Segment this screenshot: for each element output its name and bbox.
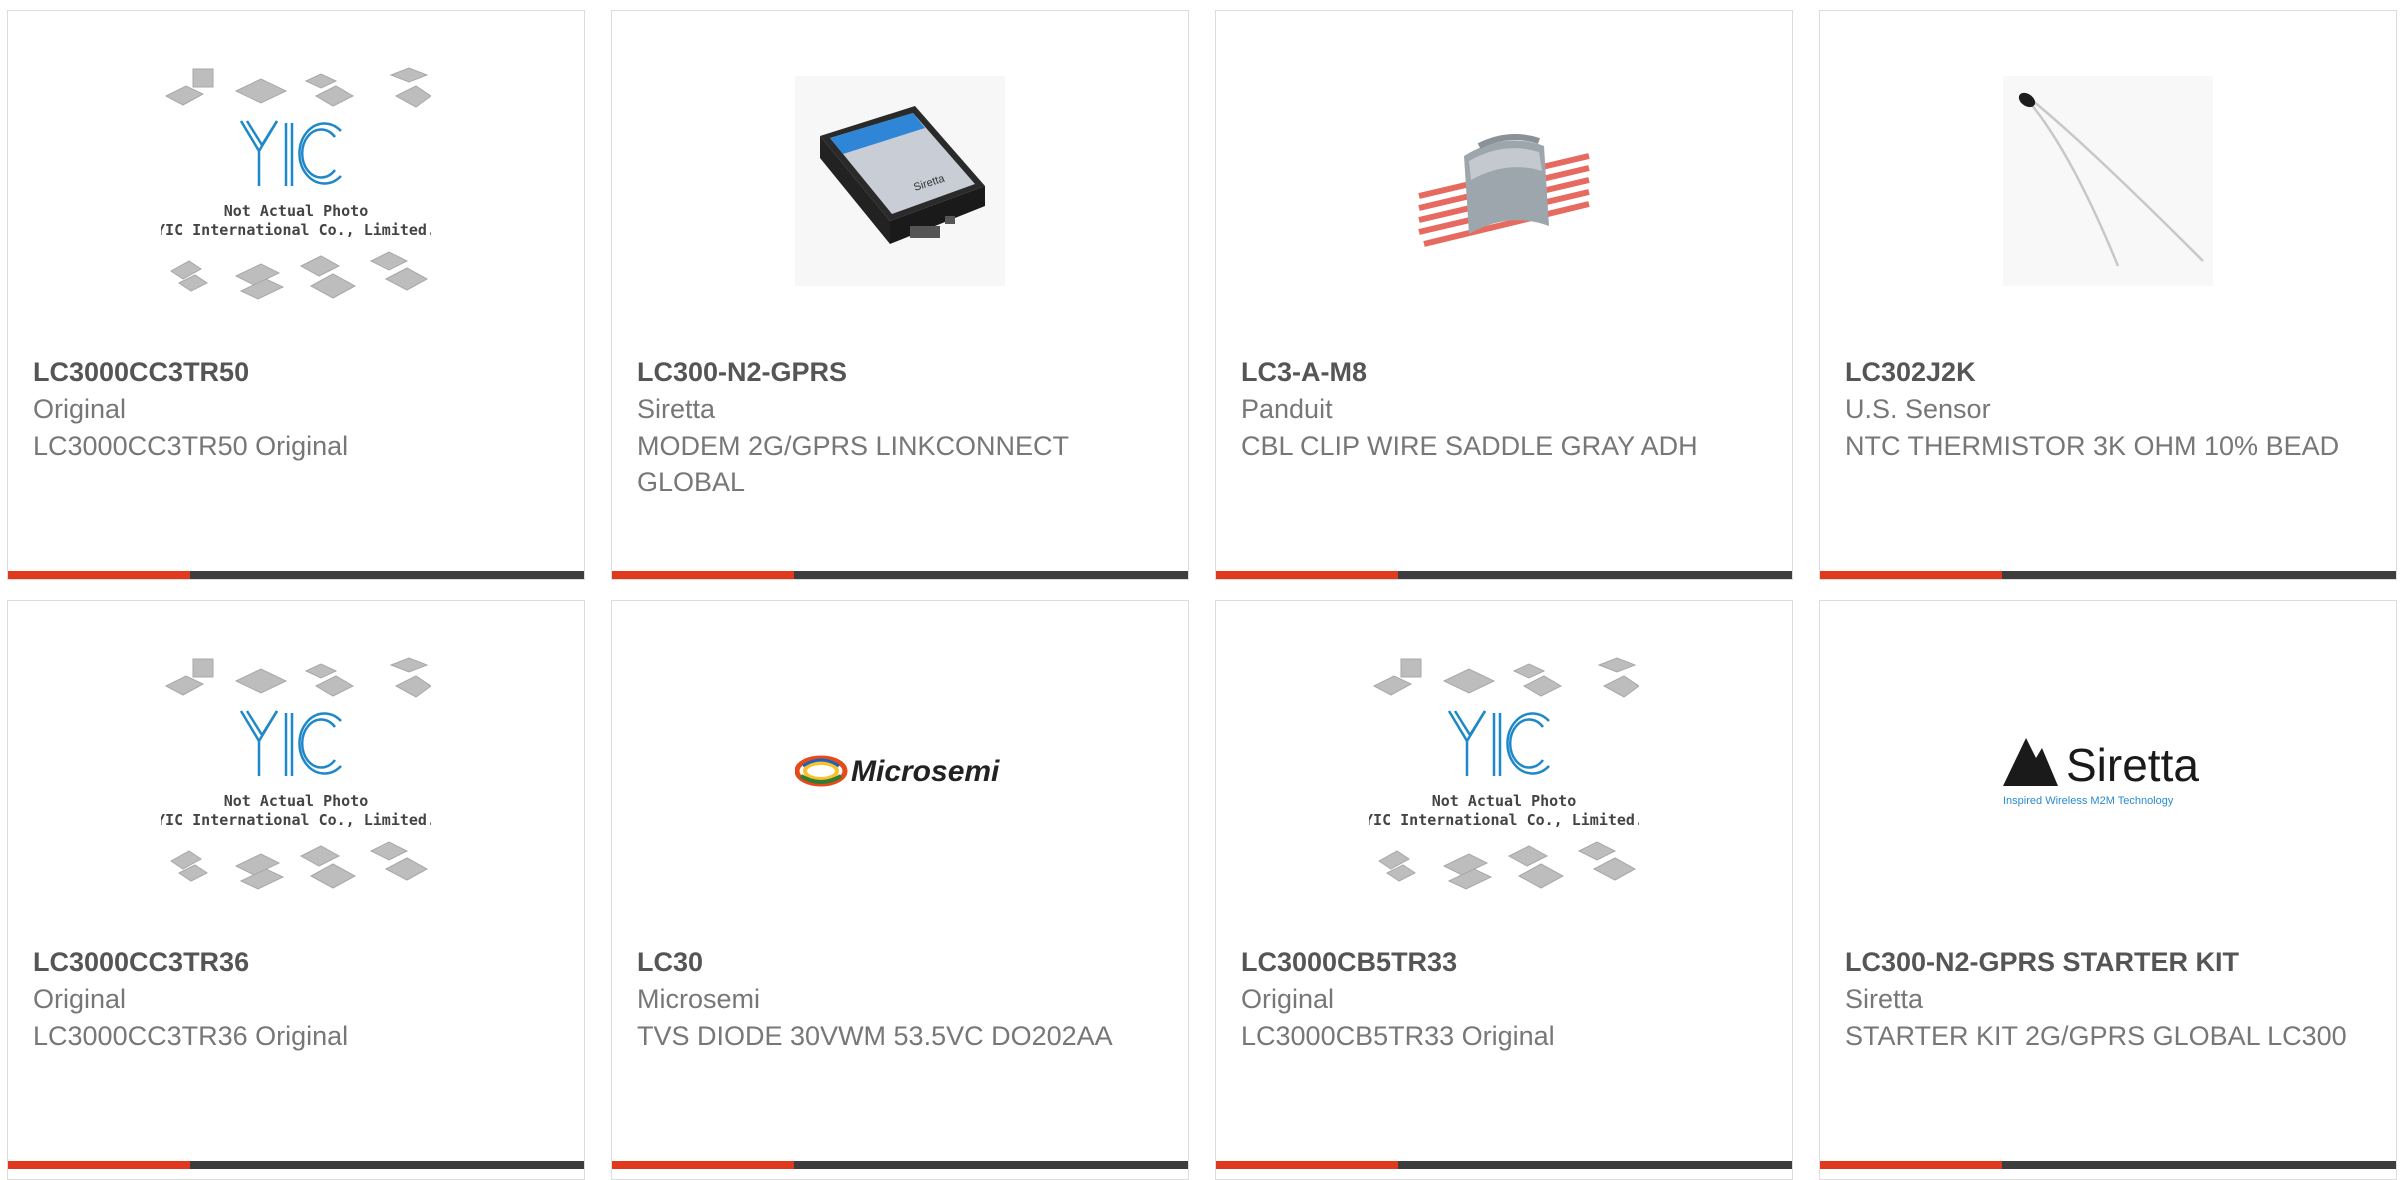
part-number[interactable]: LC30 [637,943,1163,981]
manufacturer: Panduit [1241,394,1333,424]
product-image[interactable]: Not Actual Photo YIC International Co., … [8,11,584,351]
card-footer-bar [8,571,584,579]
description: LC3000CB5TR33 Original [1241,1021,1555,1051]
card-footer-bar [1216,1161,1792,1169]
manufacturer: U.S. Sensor [1845,394,1991,424]
card-footer-bar [1820,1161,2396,1169]
product-image[interactable]: Microsemi [612,601,1188,941]
card-footer-bar [612,1161,1188,1169]
placeholder-line2: YIC International Co., Limited. [1369,811,1639,829]
description: MODEM 2G/GPRS LINKCONNECT GLOBAL [637,431,1069,497]
description: LC3000CC3TR50 Original [33,431,349,461]
card-accent [612,1161,794,1169]
card-footer-bar [1216,571,1792,579]
description: TVS DIODE 30VWM 53.5VC DO202AA [637,1021,1113,1051]
card-accent [1820,1161,2002,1169]
description: CBL CLIP WIRE SADDLE GRAY ADH [1241,431,1698,461]
microsemi-logo: Microsemi [795,755,1000,788]
product-image[interactable]: Not Actual Photo YIC International Co., … [1216,601,1792,941]
manufacturer: Microsemi [637,984,761,1014]
siretta-logo-text: Siretta [2066,739,2199,791]
card-accent [1216,571,1398,579]
yic-placeholder-image: Not Actual Photo YIC International Co., … [161,67,431,300]
product-card[interactable]: Not Actual Photo YIC International Co., … [7,10,585,580]
card-accent [612,571,794,579]
card-footer-bar [8,1161,584,1169]
card-accent [1820,571,2002,579]
product-card[interactable]: Not Actual Photo YIC International Co., … [1215,600,1793,1180]
part-number[interactable]: LC3-A-M8 [1241,353,1767,391]
card-accent [8,571,190,579]
product-card[interactable]: LC302J2K U.S. Sensor NTC THERMISTOR 3K O… [1819,10,2397,580]
product-image[interactable]: Siretta Inspired Wireless M2M Technology [1820,601,2396,941]
part-number[interactable]: LC3000CC3TR50 [33,353,559,391]
product-card[interactable]: Siretta Inspired Wireless M2M Technology… [1819,600,2397,1180]
product-card[interactable]: Siretta LC300-N2-GPRS Siretta MODEM 2G/G… [611,10,1189,580]
card-accent [1216,1161,1398,1169]
product-image[interactable] [1216,11,1792,351]
product-card[interactable]: LC3-A-M8 Panduit CBL CLIP WIRE SADDLE GR… [1215,10,1793,580]
siretta-logo: Siretta Inspired Wireless M2M Technology [2003,738,2199,807]
card-footer-bar [1820,571,2396,579]
description: NTC THERMISTOR 3K OHM 10% BEAD [1845,431,2340,461]
manufacturer: Siretta [637,394,716,424]
cable-clip-image [1418,134,1590,247]
card-accent [8,1161,190,1169]
manufacturer: Siretta [1845,984,1924,1014]
manufacturer: Original [33,984,127,1014]
thermistor-image [2003,76,2213,286]
modem-device-image: Siretta [795,76,1005,286]
product-grid: Not Actual Photo YIC International Co., … [0,0,2400,1180]
placeholder-line2: YIC International Co., Limited. [161,221,431,239]
placeholder-line2: YIC International Co., Limited. [161,811,431,829]
manufacturer: Original [33,394,127,424]
product-image[interactable] [1820,11,2396,351]
description: LC3000CC3TR36 Original [33,1021,349,1051]
part-number[interactable]: LC300-N2-GPRS [637,353,1163,391]
part-number[interactable]: LC3000CB5TR33 [1241,943,1767,981]
description: STARTER KIT 2G/GPRS GLOBAL LC300 [1845,1021,2347,1051]
product-card[interactable]: Microsemi LC30 Microsemi TVS DIODE 30VWM… [611,600,1189,1180]
card-footer-bar [612,571,1188,579]
product-image[interactable]: Not Actual Photo YIC International Co., … [8,601,584,941]
part-number[interactable]: LC300-N2-GPRS STARTER KIT [1845,943,2371,981]
placeholder-line1: Not Actual Photo [224,792,369,810]
placeholder-line1: Not Actual Photo [1432,792,1577,810]
product-image[interactable]: Siretta [612,11,1188,351]
part-number[interactable]: LC3000CC3TR36 [33,943,559,981]
siretta-tagline: Inspired Wireless M2M Technology [2003,795,2174,807]
yic-placeholder-image: Not Actual Photo YIC International Co., … [161,657,431,890]
product-card[interactable]: Not Actual Photo YIC International Co., … [7,600,585,1180]
yic-placeholder-image: Not Actual Photo YIC International Co., … [1369,657,1639,890]
part-number[interactable]: LC302J2K [1845,353,2371,391]
microsemi-logo-text: Microsemi [851,755,1000,788]
manufacturer: Original [1241,984,1335,1014]
placeholder-line1: Not Actual Photo [224,202,369,220]
